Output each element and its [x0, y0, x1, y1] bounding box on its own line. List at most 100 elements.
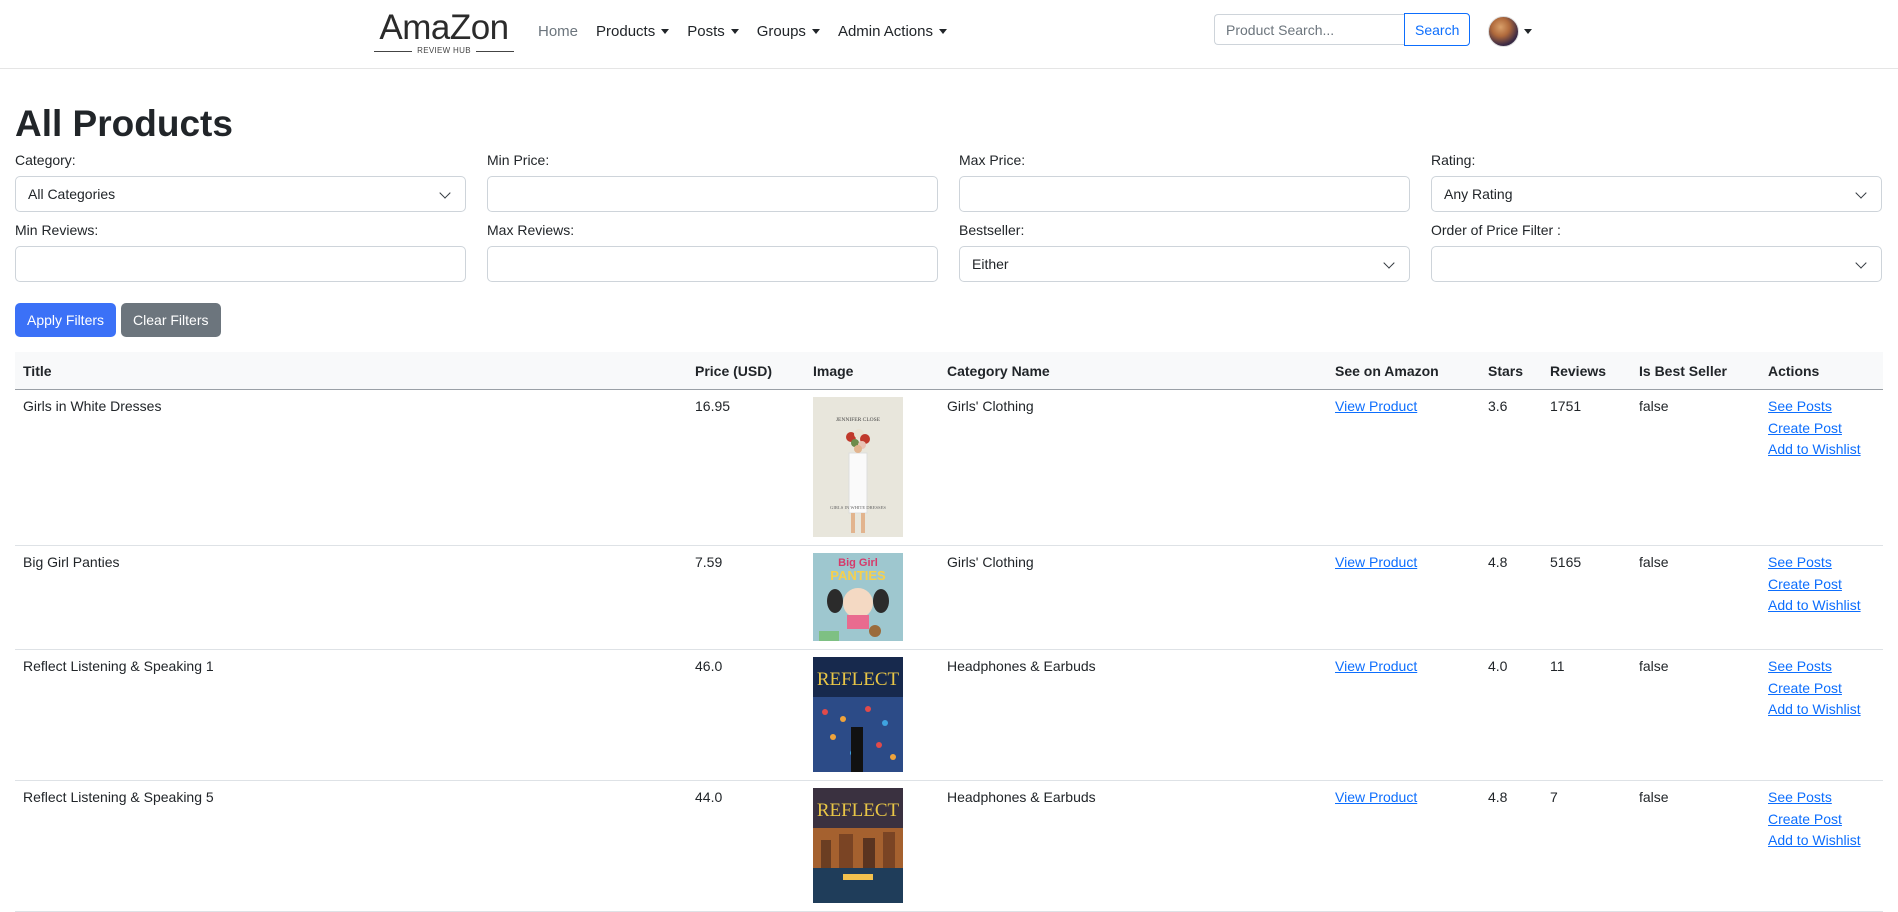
product-best-seller: false: [1631, 780, 1760, 912]
product-image-cell: REFLECT: [805, 649, 939, 781]
product-stars: 4.8: [1480, 545, 1542, 650]
product-category: Girls' Clothing: [939, 545, 1327, 650]
filter-bestseller: Bestseller: Either: [959, 221, 1410, 291]
add-to-wishlist-link[interactable]: Add to Wishlist: [1768, 595, 1875, 617]
filter-rating-label: Rating:: [1431, 152, 1476, 168]
col-category: Category Name: [939, 352, 1327, 390]
amazon-cell: View Product: [1327, 780, 1480, 912]
col-reviews: Reviews: [1542, 352, 1631, 390]
see-posts-link[interactable]: See Posts: [1768, 787, 1875, 809]
col-image: Image: [805, 352, 939, 390]
table-row: Reflect Listening & Speaking 5 44.0 REFL…: [15, 780, 1883, 912]
product-search-input[interactable]: [1214, 14, 1404, 45]
chevron-down-icon: [439, 187, 451, 199]
product-stars: 3.6: [1480, 389, 1542, 546]
table-row: Reflect Listening & Speaking 1 46.0 REFL…: [15, 649, 1883, 781]
filter-max-price: Max Price:: [959, 151, 1410, 221]
search-button[interactable]: Search: [1404, 13, 1471, 46]
min-price-input[interactable]: [487, 176, 938, 212]
filter-max-reviews-label: Max Reviews:: [487, 222, 575, 238]
products-table: Title Price (USD) Image Category Name Se…: [15, 352, 1883, 912]
create-post-link[interactable]: Create Post: [1768, 418, 1875, 440]
actions-cell: See Posts Create Post Add to Wishlist: [1760, 389, 1883, 546]
product-title: Big Girl Panties: [15, 545, 687, 650]
product-title: Reflect Listening & Speaking 1: [15, 649, 687, 781]
nav-posts-dropdown[interactable]: Posts: [687, 23, 739, 40]
nav-admin-dropdown[interactable]: Admin Actions: [838, 23, 947, 40]
create-post-link[interactable]: Create Post: [1768, 574, 1875, 596]
add-to-wishlist-link[interactable]: Add to Wishlist: [1768, 439, 1875, 461]
product-price: 46.0: [687, 649, 805, 781]
see-posts-link[interactable]: See Posts: [1768, 552, 1875, 574]
filter-bestseller-label: Bestseller:: [959, 222, 1025, 238]
product-reviews: 1751: [1542, 389, 1631, 546]
category-select[interactable]: All Categories: [15, 176, 466, 212]
product-image-cell: JENNIFER CLOSE GIRLS IN WHITE DRESSES: [805, 389, 939, 546]
filter-actions: Apply Filters Clear Filters: [15, 303, 1883, 337]
clear-filters-button[interactable]: Clear Filters: [121, 303, 221, 337]
create-post-link[interactable]: Create Post: [1768, 809, 1875, 831]
amazon-cell: View Product: [1327, 545, 1480, 650]
caret-down-icon: [730, 28, 739, 34]
bestseller-select[interactable]: Either: [959, 246, 1410, 282]
caret-down-icon: [811, 28, 820, 34]
rating-select[interactable]: Any Rating: [1431, 176, 1882, 212]
filter-category: Category: All Categories: [15, 151, 466, 221]
product-image-cell: Big Girl PANTIES: [805, 545, 939, 650]
nav-products-dropdown[interactable]: Products: [596, 23, 670, 40]
see-posts-link[interactable]: See Posts: [1768, 396, 1875, 418]
product-price: 16.95: [687, 389, 805, 546]
product-image: JENNIFER CLOSE GIRLS IN WHITE DRESSES: [813, 397, 903, 537]
actions-cell: See Posts Create Post Add to Wishlist: [1760, 545, 1883, 650]
cover-title: REFLECT: [817, 800, 900, 821]
product-best-seller: false: [1631, 389, 1760, 546]
product-price: 7.59: [687, 545, 805, 650]
caret-down-icon: [938, 28, 947, 34]
product-image: REFLECT: [813, 788, 903, 903]
category-select-value: All Categories: [28, 186, 116, 202]
filter-price-order: Order of Price Filter :: [1431, 221, 1882, 291]
price-order-select[interactable]: [1431, 246, 1882, 282]
top-navbar: AmaZon REVIEW HUB Home Products Posts Gr…: [0, 0, 1898, 69]
user-menu[interactable]: [1488, 16, 1532, 47]
see-posts-link[interactable]: See Posts: [1768, 656, 1875, 678]
nav-home[interactable]: Home: [538, 23, 578, 40]
chevron-down-icon: [1855, 187, 1867, 199]
col-title: Title: [15, 352, 687, 390]
table-header-row: Title Price (USD) Image Category Name Se…: [15, 352, 1883, 390]
chevron-down-icon: [1855, 257, 1867, 269]
add-to-wishlist-link[interactable]: Add to Wishlist: [1768, 699, 1875, 721]
apply-filters-button[interactable]: Apply Filters: [15, 303, 117, 337]
product-category: Headphones & Earbuds: [939, 780, 1327, 912]
nav-groups-dropdown[interactable]: Groups: [757, 23, 820, 40]
view-product-link[interactable]: View Product: [1335, 787, 1472, 809]
view-product-link[interactable]: View Product: [1335, 656, 1472, 678]
view-product-link[interactable]: View Product: [1335, 396, 1472, 418]
min-reviews-input[interactable]: [15, 246, 466, 282]
filter-price-order-label: Order of Price Filter :: [1431, 222, 1561, 238]
product-reviews: 11: [1542, 649, 1631, 781]
product-stars: 4.8: [1480, 780, 1542, 912]
add-to-wishlist-link[interactable]: Add to Wishlist: [1768, 830, 1875, 852]
product-reviews: 5165: [1542, 545, 1631, 650]
col-best-seller: Is Best Seller: [1631, 352, 1760, 390]
max-reviews-input[interactable]: [487, 246, 938, 282]
avatar: [1488, 16, 1519, 47]
col-price: Price (USD): [687, 352, 805, 390]
brand-subtitle: REVIEW HUB: [368, 46, 520, 55]
filter-category-label: Category:: [15, 152, 76, 168]
view-product-link[interactable]: View Product: [1335, 552, 1472, 574]
product-image: REFLECT: [813, 657, 903, 772]
create-post-link[interactable]: Create Post: [1768, 678, 1875, 700]
caret-down-icon: [1524, 29, 1532, 34]
col-actions: Actions: [1760, 352, 1883, 390]
nav-admin-label: Admin Actions: [837, 22, 933, 40]
col-stars: Stars: [1480, 352, 1542, 390]
actions-cell: See Posts Create Post Add to Wishlist: [1760, 780, 1883, 912]
max-price-input[interactable]: [959, 176, 1410, 212]
bestseller-select-value: Either: [972, 256, 1009, 272]
brand-logo[interactable]: AmaZon REVIEW HUB: [368, 9, 520, 55]
product-reviews: 7: [1542, 780, 1631, 912]
product-image-cell: REFLECT: [805, 780, 939, 912]
product-image: Big Girl PANTIES: [813, 553, 903, 641]
